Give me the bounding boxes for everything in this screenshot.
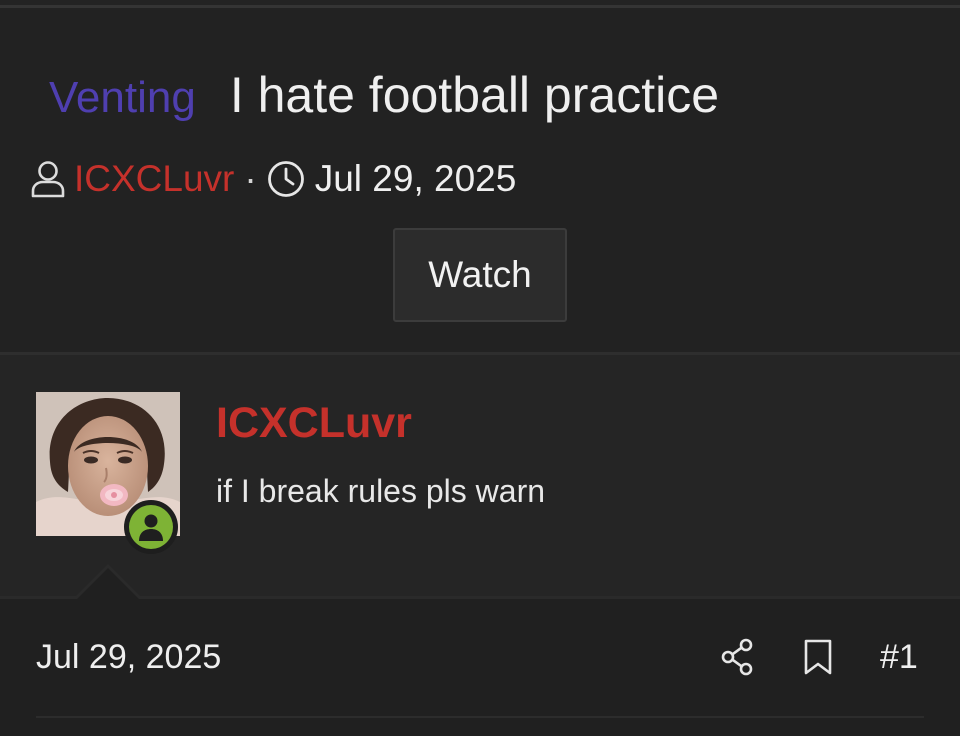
- post-attribution-bar: Jul 29, 2025 #1: [0, 564, 960, 736]
- share-icon[interactable]: [720, 638, 756, 681]
- online-status-icon: [124, 500, 178, 554]
- post-message: ICXCLuvr if I break rules pls warn Jul 2…: [0, 355, 960, 736]
- thread-page: Venting I hate football practice ICXCLuv…: [0, 0, 960, 736]
- thread-author-link[interactable]: ICXCLuvr: [74, 158, 234, 200]
- post-date-link[interactable]: Jul 29, 2025: [36, 638, 221, 677]
- thread-prefix-label[interactable]: Venting: [49, 73, 196, 123]
- bottom-divider: [36, 716, 924, 718]
- bookmark-icon[interactable]: [803, 638, 833, 681]
- thread-title: I hate football practice: [229, 67, 719, 123]
- user-title: if I break rules pls warn: [216, 473, 546, 509]
- thread-title-row: Venting I hate football practice: [49, 66, 719, 130]
- meta-separator: ·: [244, 158, 257, 199]
- watch-button[interactable]: Watch: [393, 228, 567, 322]
- watch-button-label: Watch: [428, 254, 532, 295]
- attribution-divider: [0, 596, 960, 599]
- thread-date[interactable]: Jul 29, 2025: [315, 158, 517, 200]
- thread-meta: ICXCLuvr · Jul 29, 2025: [30, 156, 516, 202]
- thread-header: Venting I hate football practice ICXCLuv…: [0, 8, 960, 352]
- clock-icon: [267, 160, 305, 198]
- post-username-link[interactable]: ICXCLuvr: [216, 399, 412, 448]
- post-author-avatar-wrap: [36, 392, 180, 554]
- user-icon: [30, 160, 66, 198]
- post-number-link[interactable]: #1: [880, 638, 918, 677]
